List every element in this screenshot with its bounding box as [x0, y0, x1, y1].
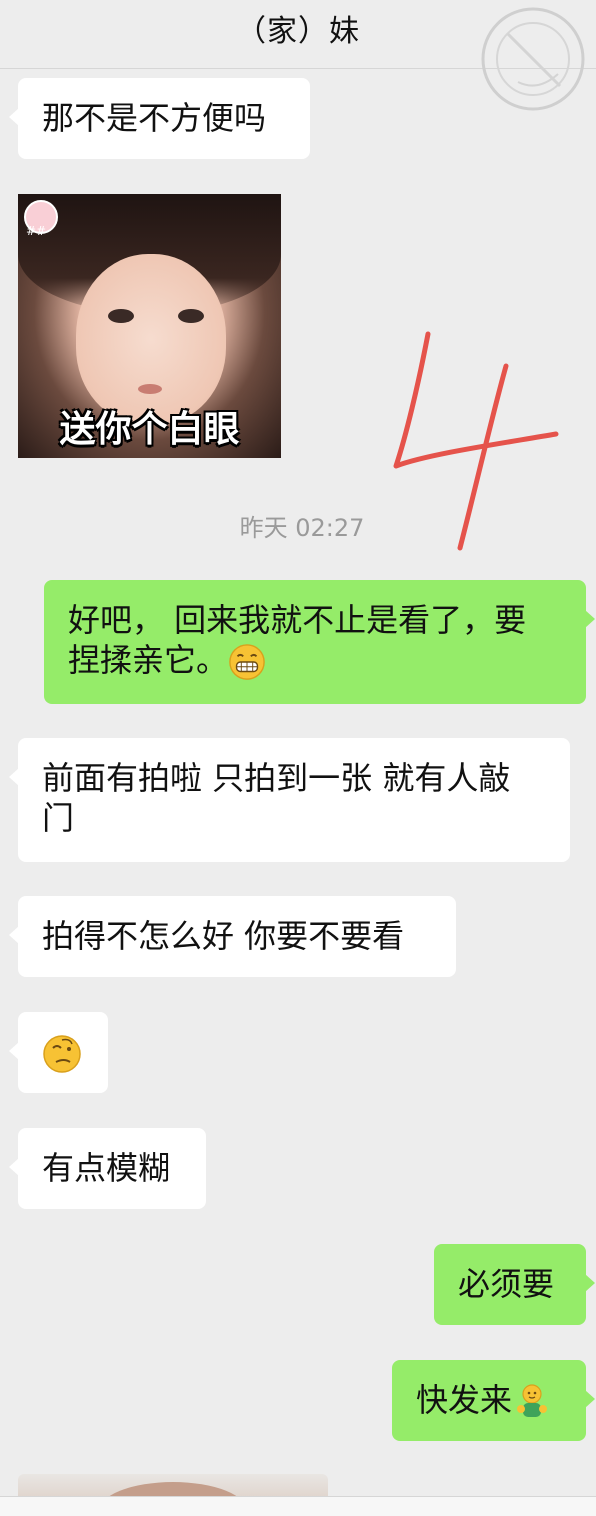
- sticker-tag: ##: [26, 224, 47, 238]
- grinning-face-icon: [229, 644, 265, 680]
- message-text-line-2: 门: [42, 799, 75, 837]
- sticker-image[interactable]: ## 送你个白眼: [18, 194, 281, 458]
- sent-message-bubble[interactable]: 必须要: [434, 1244, 595, 1325]
- input-bar: [0, 1496, 596, 1516]
- message-text-line-1: 好吧， 回来我就不止是看了，要: [68, 601, 527, 639]
- hugging-figure-icon: [517, 1384, 548, 1417]
- message-text-line-1: 前面有拍啦 只拍到一张 就有人敲: [42, 759, 511, 797]
- watermark-logo: [481, 7, 585, 111]
- sent-message-bubble[interactable]: 快发来: [392, 1360, 595, 1441]
- received-message-bubble[interactable]: 拍得不怎么好 你要不要看: [9, 896, 456, 977]
- received-emoji-bubble[interactable]: [9, 1012, 108, 1093]
- message-text: 快发来: [416, 1381, 513, 1419]
- sticker-caption: 送你个白眼: [59, 409, 240, 450]
- received-message-bubble[interactable]: 那不是不方便吗: [9, 78, 310, 159]
- received-message-bubble[interactable]: 有点模糊: [9, 1128, 206, 1209]
- message-text-line-2: 捏揉亲它。: [68, 641, 229, 679]
- message-text: 拍得不怎么好 你要不要看: [42, 917, 405, 955]
- message-timestamp: 昨天 02:27: [239, 514, 365, 542]
- received-message-bubble[interactable]: 前面有拍啦 只拍到一张 就有人敲 门: [9, 738, 570, 862]
- chat-screen: （家）妹 那不是不方便吗 ## 送你个白眼 昨天 02:27 好吧， 回来我就不…: [0, 0, 596, 1516]
- message-text: 那不是不方便吗: [42, 99, 267, 137]
- message-text: 必须要: [458, 1265, 555, 1303]
- sent-message-bubble[interactable]: 好吧， 回来我就不止是看了，要 捏揉亲它。: [44, 580, 595, 704]
- message-text: 有点模糊: [42, 1149, 171, 1187]
- thinking-face-icon: [43, 1035, 81, 1073]
